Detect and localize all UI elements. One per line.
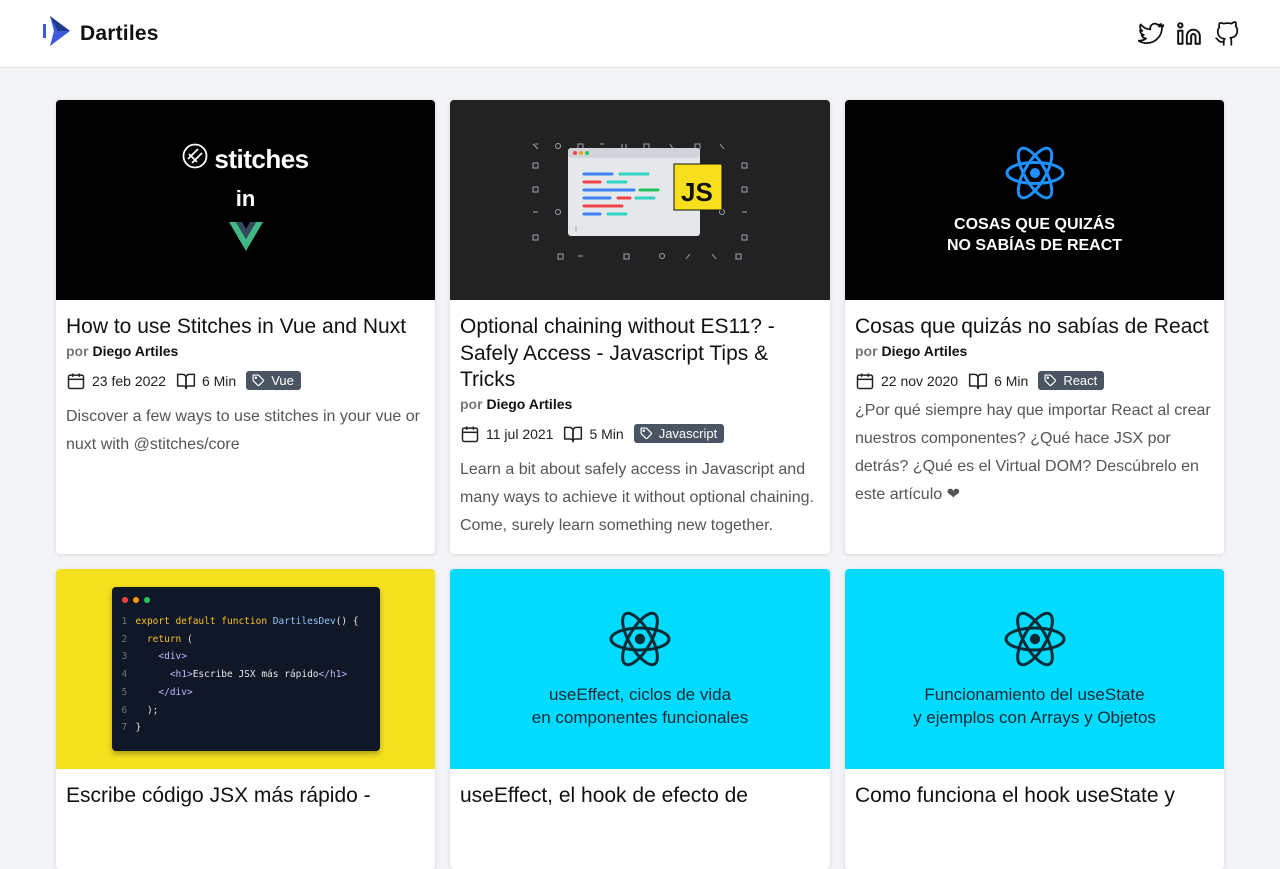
cover-caption: useEffect, ciclos de vida en componentes… [531, 684, 749, 727]
cover-in-text: in [235, 186, 256, 211]
post-excerpt: Learn a bit about safely access in Javas… [460, 460, 814, 534]
post-cover: JS [450, 100, 830, 300]
code-line: 6 ); [121, 704, 159, 716]
calendar-icon [460, 424, 480, 444]
twitter-icon[interactable] [1138, 21, 1164, 47]
post-meta: 22 nov 2020 6 Min React [855, 371, 1214, 391]
react-logo-icon [1004, 145, 1066, 206]
code-window: 1 export default function DartilesDev() {… [111, 587, 380, 751]
post-title[interactable]: Escribe código JSX más rápido - [66, 783, 425, 810]
tag-icon [252, 374, 265, 387]
code-line: 2 return ( [121, 633, 193, 645]
post-tag[interactable]: Vue [246, 371, 301, 390]
github-icon[interactable] [1214, 20, 1240, 47]
post-excerpt: ¿Por qué siempre hay que importar React … [855, 401, 1211, 503]
site-header: Dartiles [0, 0, 1280, 68]
code-line: 4 <h1>Escribe JSX más rápido</h1> [121, 669, 348, 681]
post-date: 23 feb 2022 [92, 372, 166, 389]
post-date: 22 nov 2020 [881, 372, 959, 389]
post-title[interactable]: Cosas que quizás no sabías de React [855, 314, 1214, 341]
react-logo-icon [608, 610, 672, 673]
stitches-logo-text: stitches [214, 144, 309, 174]
post-card[interactable]: COSAS QUE QUIZÁS NO SABÍAS DE REACT Cosa… [845, 100, 1224, 554]
post-cover: stitches in [56, 100, 435, 300]
brand-link[interactable]: Dartiles [42, 14, 159, 53]
code-line: 1 export default function DartilesDev() { [121, 616, 359, 627]
react-logo-icon [1003, 610, 1067, 673]
post-date: 11 jul 2021 [486, 425, 554, 442]
linkedin-icon[interactable] [1176, 21, 1202, 47]
social-links [1138, 20, 1240, 47]
code-line: 7} [121, 722, 142, 734]
js-illustration: JS [532, 143, 748, 260]
post-grid: stitches in How to use Stitches in Vue a… [56, 100, 1224, 869]
cover-caption: COSAS QUE QUIZÁS NO SABÍAS DE REACT [946, 215, 1123, 254]
post-tag[interactable]: Javascript [633, 424, 725, 443]
post-card[interactable]: 1 export default function DartilesDev() {… [56, 569, 435, 869]
post-author[interactable]: Diego Artiles [92, 343, 178, 359]
post-title[interactable]: Como funciona el hook useState y [855, 783, 1214, 810]
calendar-icon [66, 371, 86, 391]
post-tag[interactable]: React [1038, 371, 1105, 390]
post-title[interactable]: Optional chaining without ES11? - Safely… [460, 314, 820, 394]
book-icon [563, 424, 583, 444]
post-read-time: 6 Min [201, 372, 237, 389]
post-cover: 1 export default function DartilesDev() {… [56, 569, 435, 769]
post-card[interactable]: JS Optional chaining without ES11? - Saf… [450, 100, 830, 554]
brand-logo-icon [42, 14, 72, 53]
cover-caption: Funcionamiento del useState y ejemplos c… [913, 684, 1156, 727]
code-line: 3 <div> [121, 651, 187, 663]
brand-name: Dartiles [80, 21, 159, 45]
book-icon [968, 371, 988, 391]
post-byline: por Diego Artiles [66, 342, 179, 359]
post-card[interactable]: stitches in How to use Stitches in Vue a… [56, 100, 435, 554]
post-read-time: 6 Min [994, 372, 1029, 389]
post-meta: 23 feb 2022 6 Min Vue [66, 371, 425, 391]
stitches-logo-icon [182, 143, 208, 176]
vue-logo-icon [228, 222, 263, 257]
post-card[interactable]: Funcionamiento del useState y ejemplos c… [845, 569, 1224, 869]
post-author[interactable]: Diego Artiles [881, 343, 967, 359]
post-title[interactable]: How to use Stitches in Vue and Nuxt [66, 314, 425, 341]
post-byline: por Diego Artiles [460, 395, 573, 412]
post-cover: Funcionamiento del useState y ejemplos c… [845, 569, 1224, 769]
book-icon [176, 371, 196, 391]
post-read-time: 5 Min [589, 425, 624, 442]
code-lines: 1 export default function DartilesDev() {… [122, 613, 370, 737]
post-meta: 11 jul 2021 5 Min Javascript [460, 424, 820, 444]
post-card[interactable]: useEffect, ciclos de vida en componentes… [450, 569, 830, 869]
post-author[interactable]: Diego Artiles [486, 396, 572, 412]
post-byline: por Diego Artiles [855, 342, 968, 359]
tag-icon [640, 427, 652, 440]
post-cover: useEffect, ciclos de vida en componentes… [450, 569, 830, 769]
js-badge-text: JS [681, 177, 713, 207]
calendar-icon [855, 371, 875, 391]
post-title[interactable]: useEffect, el hook de efecto de [460, 783, 820, 810]
code-line: 5 </div> [121, 686, 193, 698]
post-excerpt: Discover a few ways to use stitches in y… [66, 407, 420, 453]
post-cover: COSAS QUE QUIZÁS NO SABÍAS DE REACT [845, 100, 1224, 300]
tag-icon [1044, 374, 1057, 387]
